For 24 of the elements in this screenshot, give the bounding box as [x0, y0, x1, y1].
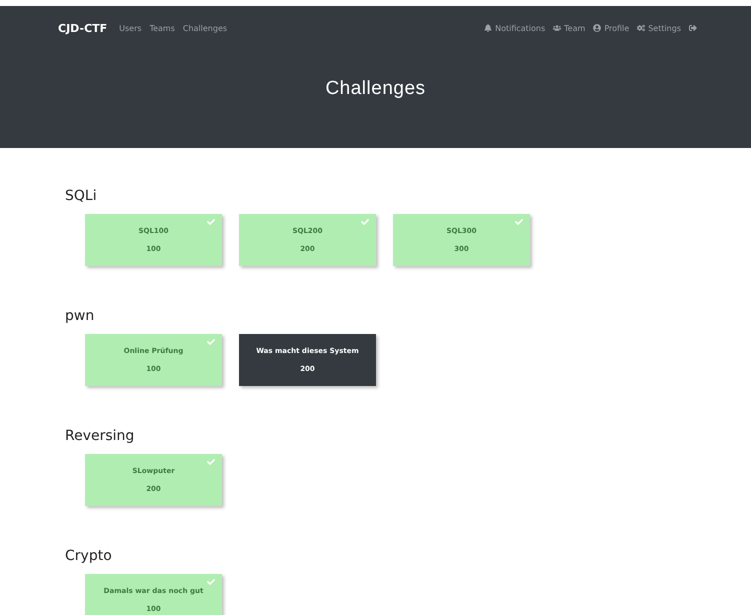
nav-link[interactable]: Settings — [637, 24, 681, 32]
nav-link[interactable]: Teams — [150, 24, 175, 32]
users-icon — [553, 24, 562, 32]
nav-link[interactable]: Notifications — [484, 24, 546, 32]
check-icon — [515, 218, 523, 226]
check-icon — [207, 458, 215, 466]
category-heading: Crypto — [65, 548, 113, 564]
category-heading: SQLi — [65, 188, 98, 204]
nav-link[interactable]: Challenges — [182, 24, 228, 32]
logout-icon — [689, 24, 697, 32]
nav-link[interactable]: Profile — [593, 24, 630, 32]
bell-icon — [484, 24, 492, 32]
nav-link[interactable]: Team — [553, 24, 586, 32]
check-icon — [207, 578, 215, 586]
check-icon — [207, 338, 215, 346]
category-heading: pwn — [65, 308, 96, 324]
brand-link[interactable]: CJD-CTF — [58, 22, 108, 34]
gears-icon — [637, 24, 646, 32]
logout-link[interactable] — [689, 24, 697, 32]
check-icon — [361, 218, 369, 226]
page-title: Challenges — [324, 78, 427, 100]
category-heading: Reversing — [65, 428, 136, 444]
check-icon — [207, 218, 215, 226]
nav-link[interactable]: Users — [119, 24, 142, 32]
